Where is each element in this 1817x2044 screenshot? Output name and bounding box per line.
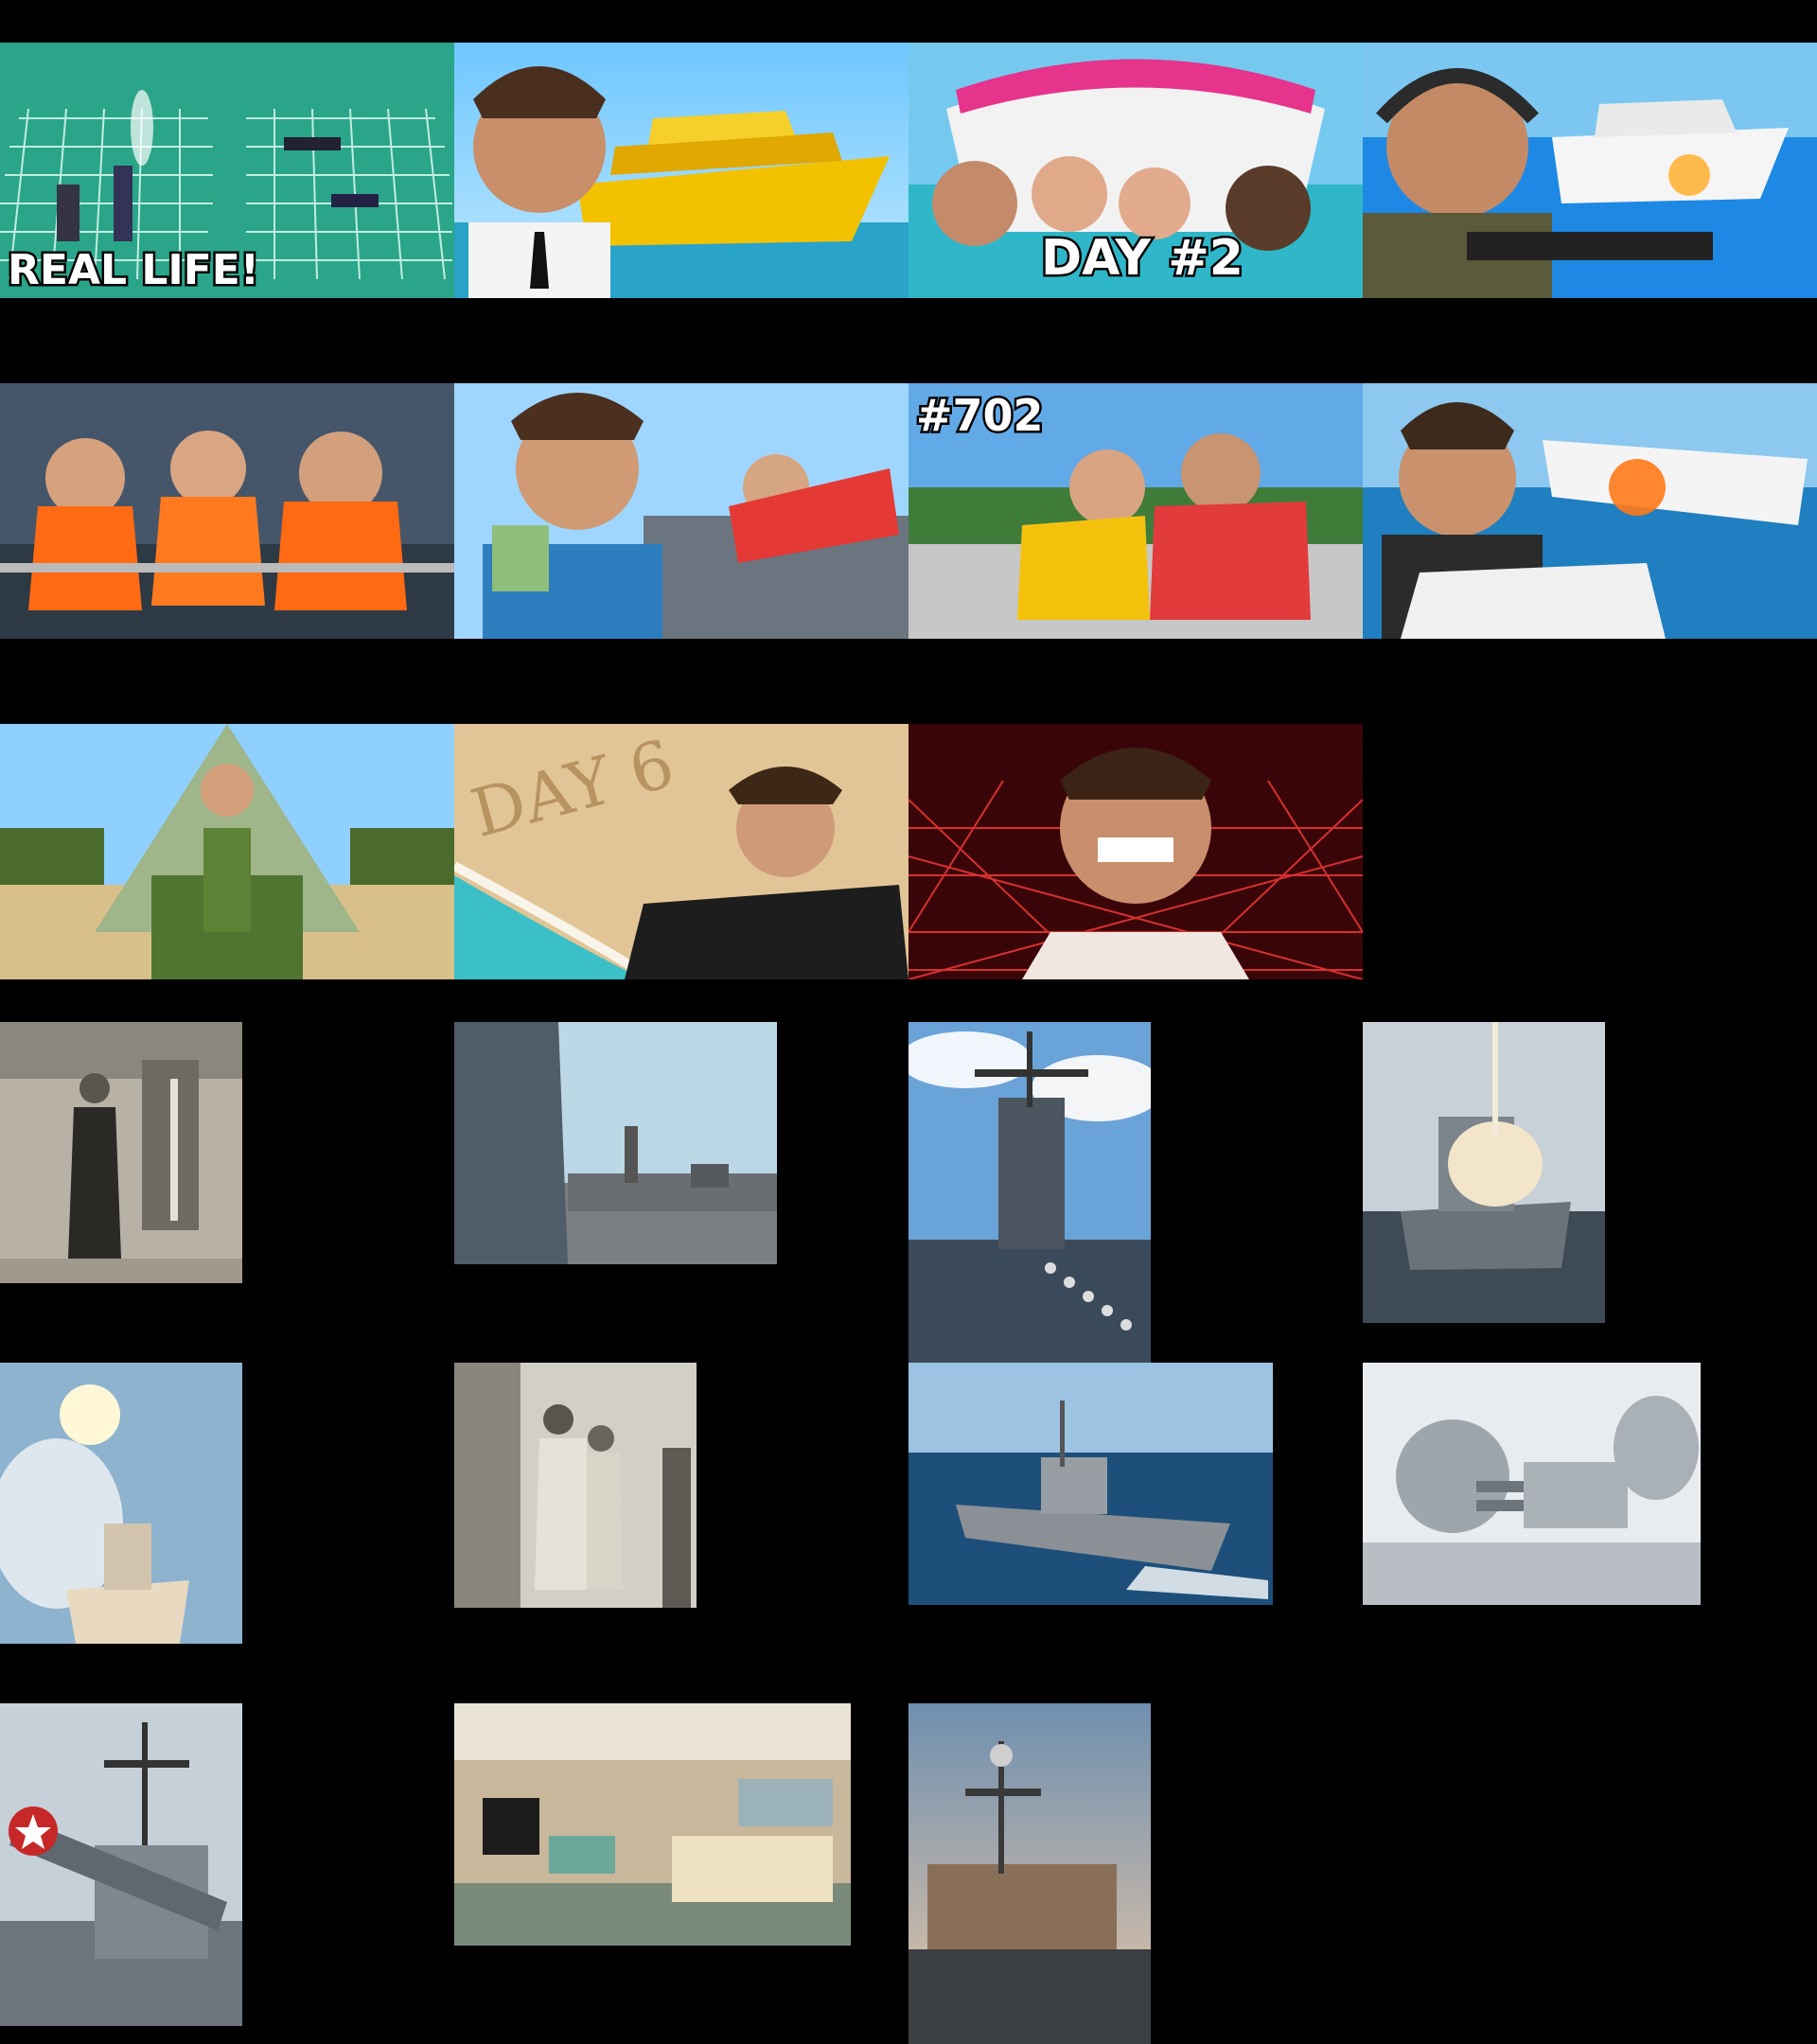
photo-thumbnail-battleship-deck[interactable] [454,1022,777,1264]
photo-thumbnail-cannon-star[interactable] [0,1703,242,2026]
video-thumbnail-laser-grid[interactable] [908,724,1363,979]
photo-thumbnail-carrier-crowd[interactable] [908,1022,1151,1363]
gun-turret-image [1363,1363,1701,1605]
video-thumbnail-rollercoaster-702[interactable]: #702 [908,383,1363,639]
photo-thumbnail-carrier-sunset[interactable] [908,1703,1151,2044]
officer-vintage-image [0,1022,242,1283]
plane-crash-thumbnail-image [1363,383,1817,639]
thumbnail-caption: #702 [916,390,1044,441]
life-vests-thumbnail-image [0,383,454,639]
officers-vintage-image [454,1363,697,1608]
day-6-sand-thumbnail-image: DAY 6 [454,724,908,979]
photo-thumbnail-officer-vintage[interactable] [0,1022,242,1283]
photo-thumbnail-cruiser-sea[interactable] [908,1363,1273,1605]
yacht-gunner-thumbnail-image [1363,43,1817,298]
laser-grid-thumbnail-image [908,724,1363,979]
photo-thumbnail-gun-turret[interactable] [1363,1363,1701,1605]
thumbnail-caption: REAL LIFE! [8,246,259,294]
missile-night-image [0,1363,242,1644]
photo-thumbnail-missile-night[interactable] [0,1363,242,1644]
photo-thumbnail-missile-launch[interactable] [1363,1022,1605,1323]
cannon-star-image [0,1703,242,2026]
thumbnail-caption: DAY #2 [1041,230,1244,287]
video-thumbnail-plane-crash-ocean[interactable] [1363,383,1817,639]
photo-thumbnail-ship-lounge[interactable] [454,1703,851,1946]
ship-lounge-image [454,1703,851,1946]
ship-money-thumbnail-image [454,383,908,639]
photo-thumbnail-officers-vintage[interactable] [454,1363,697,1608]
video-thumbnail-tank-money[interactable] [0,724,454,979]
video-thumbnail-ship-money[interactable] [454,383,908,639]
golden-yacht-thumbnail-image [454,43,908,298]
tank-money-thumbnail-image [0,724,454,979]
video-thumbnail-day-6-sand[interactable]: DAY 6 [454,724,908,979]
battleship-deck-image [454,1022,777,1264]
video-thumbnail-battleship-real-life[interactable]: REAL LIFE! [0,43,454,298]
battleship-thumbnail-image: REAL LIFE! [0,43,454,298]
video-thumbnail-stranded-boat[interactable]: DAY #2 [908,43,1363,298]
video-thumbnail-golden-yacht[interactable] [454,43,908,298]
rollercoaster-thumbnail-image: #702 [908,383,1363,639]
stranded-boat-thumbnail-image: DAY #2 [908,43,1363,298]
cruiser-sea-image [908,1363,1273,1605]
carrier-crowd-image [908,1022,1151,1363]
video-thumbnail-life-vests[interactable] [0,383,454,639]
carrier-sunset-image [908,1703,1151,2044]
missile-launch-image [1363,1022,1605,1323]
video-thumbnail-yacht-gunner[interactable] [1363,43,1817,298]
